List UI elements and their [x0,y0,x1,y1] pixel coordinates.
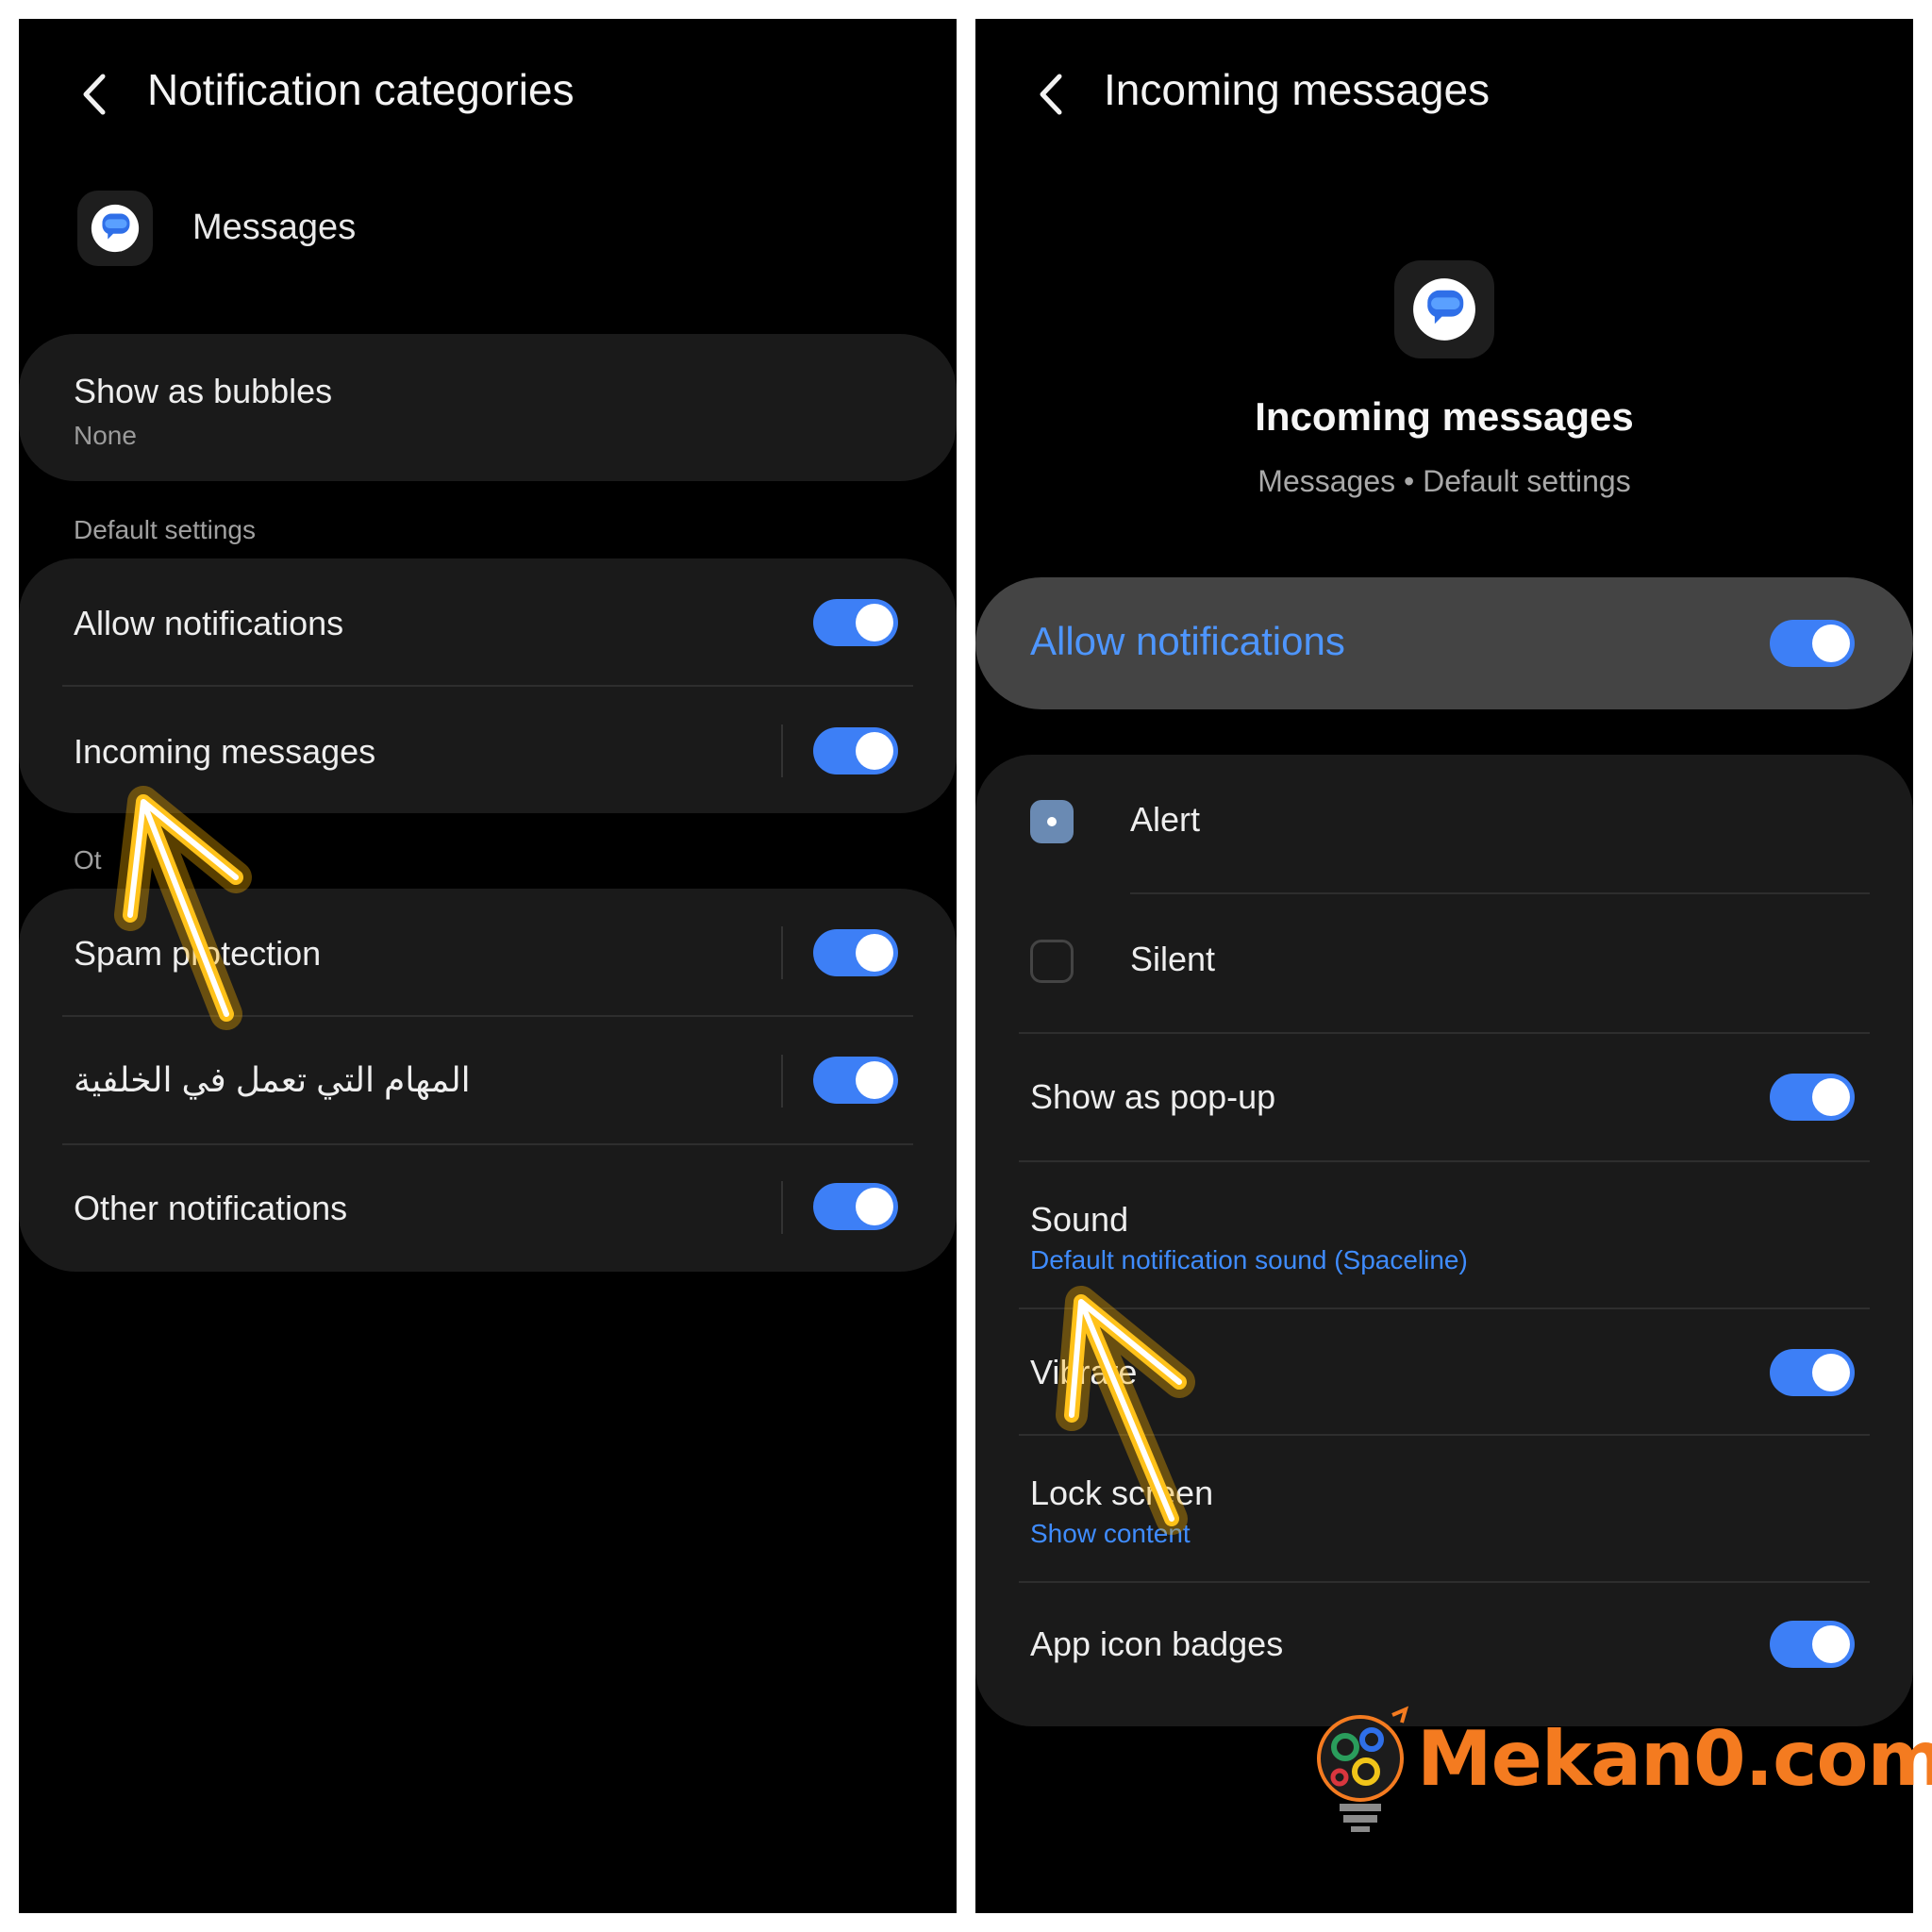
silent-option-row[interactable]: Silent [975,894,1913,1032]
category-subtitle: Messages • Default settings [1257,464,1631,498]
incoming-messages-label: Incoming messages [74,732,376,771]
spam-protection-toggle[interactable] [813,929,898,976]
toggle-knob [856,1061,893,1099]
sound-row[interactable]: Sound Default notification sound (Spacel… [975,1162,1913,1309]
background-tasks-row[interactable]: المهام التي تعمل في الخلفية [19,1017,957,1143]
lock-screen-row[interactable]: Lock screen Show content [975,1436,1913,1583]
vertical-separator [781,926,783,979]
header: Incoming messages [975,19,1913,160]
messages-app-icon [77,191,153,266]
alert-option-row[interactable]: Alert [975,755,1913,894]
spam-protection-row[interactable]: Spam protection [19,889,957,1016]
category-settings-card: Alert Silent Show as pop-up Sound Defaul… [975,755,1913,1726]
vertical-separator [781,1055,783,1108]
toggle-knob [1812,1625,1850,1663]
lock-screen-value: Show content [1030,1519,1191,1548]
chevron-left-icon [83,74,106,115]
toggle-knob [856,934,893,972]
show-popup-toggle[interactable] [1770,1074,1855,1121]
chevron-left-icon [1040,74,1062,115]
toggle-knob [1812,625,1850,662]
back-button[interactable] [66,61,123,127]
vibrate-toggle[interactable] [1770,1349,1855,1396]
header: Notification categories [19,19,957,160]
lightbulb-gears-logo-icon [1317,1706,1409,1832]
lock-screen-label: Lock screen [1030,1474,1214,1512]
allow-notifications-toggle[interactable] [1770,620,1855,667]
allow-notifications-master-row[interactable]: Allow notifications [975,577,1913,709]
toggle-knob [856,732,893,770]
bubbles-value: None [74,421,137,450]
toggle-knob [1812,1354,1850,1391]
silent-radio[interactable] [1030,940,1074,983]
app-name: Messages [192,208,357,247]
messages-app-icon [1394,260,1494,358]
background-tasks-label: المهام التي تعمل في الخلفية [74,1060,471,1099]
alert-label: Alert [1130,800,1201,839]
back-button[interactable] [1023,61,1079,127]
other-notifications-row[interactable]: Other notifications [19,1145,957,1272]
silent-label: Silent [1130,940,1216,978]
allow-notifications-toggle[interactable] [813,599,898,646]
page-title: Notification categories [147,65,575,114]
other-notifications-label: Other notifications [74,1189,348,1227]
bubbles-card[interactable]: Show as bubbles None [19,334,957,481]
other-notifications-toggle[interactable] [813,1183,898,1230]
incoming-messages-row[interactable]: Incoming messages [19,687,957,813]
page-title: Incoming messages [1104,65,1491,114]
watermark: Mekan0.com [1311,1706,1932,1838]
alert-radio[interactable] [1030,800,1074,843]
bubbles-label: Show as bubbles [74,372,333,410]
section-header-default: Default settings [74,515,256,544]
incoming-messages-toggle[interactable] [813,727,898,774]
default-settings-card: Allow notifications Incoming messages [19,558,957,813]
show-popup-row[interactable]: Show as pop-up [975,1034,1913,1162]
other-categories-card: Spam protection المهام التي تعمل في الخل… [19,889,957,1272]
vibrate-label: Vibrate [1030,1353,1138,1391]
app-info-row[interactable]: Messages [19,179,957,292]
app-icon-badges-toggle[interactable] [1770,1621,1855,1668]
section-header-other: Ot [74,845,102,874]
notification-categories-screen: Notification categories Messages Show as… [19,19,957,1913]
app-icon-badges-label: App icon badges [1030,1624,1284,1663]
allow-notifications-label: Allow notifications [1030,619,1345,663]
allow-notifications-label: Allow notifications [74,604,344,642]
spam-protection-label: Spam protection [74,934,322,973]
allow-notifications-row[interactable]: Allow notifications [19,558,957,686]
toggle-knob [1812,1078,1850,1116]
vertical-separator [781,1181,783,1234]
vertical-separator [781,724,783,777]
show-popup-label: Show as pop-up [1030,1077,1276,1116]
toggle-knob [856,1188,893,1225]
category-title: Incoming messages [1255,394,1634,439]
incoming-messages-screen: Incoming messages Incoming messages Mess… [975,19,1913,1913]
toggle-knob [856,604,893,641]
sound-label: Sound [1030,1200,1129,1239]
watermark-text: Mekan0.com [1417,1715,1932,1803]
background-tasks-toggle[interactable] [813,1057,898,1104]
vibrate-row[interactable]: Vibrate [975,1309,1913,1436]
sound-value: Default notification sound (Spaceline) [1030,1245,1468,1274]
